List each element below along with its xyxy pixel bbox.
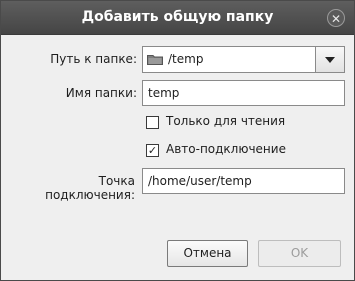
folder-path-label: Путь к папке: [50,52,137,66]
chevron-down-icon [325,57,335,63]
add-shared-folder-dialog: Добавить общую папку ✕ Путь к папке: /te… [0,0,355,281]
dialog-title: Добавить общую папку [81,9,274,25]
folder-name-field[interactable]: temp [142,80,345,106]
ok-button[interactable]: OK [258,240,341,267]
read-only-checkbox[interactable] [146,116,159,129]
mount-point-field[interactable]: /home/user/temp [142,168,345,194]
auto-mount-checkbox[interactable]: ✓ [146,144,159,157]
checkmark-icon: ✓ [147,144,158,157]
folder-name-label: Имя папки: [65,86,137,100]
mount-point-label: Точка подключения: [45,174,135,202]
close-icon[interactable]: ✕ [327,9,345,27]
folder-path-dropdown-button[interactable] [315,47,344,72]
folder-icon [147,55,163,65]
cancel-button[interactable]: Отмена [167,240,248,267]
folder-path-combobox[interactable]: /temp [142,46,345,73]
title-bar: Добавить общую папку ✕ [1,1,354,35]
auto-mount-label[interactable]: Авто-подключение [166,142,286,156]
read-only-label[interactable]: Только для чтения [166,114,285,128]
folder-path-value: /temp [168,52,204,66]
